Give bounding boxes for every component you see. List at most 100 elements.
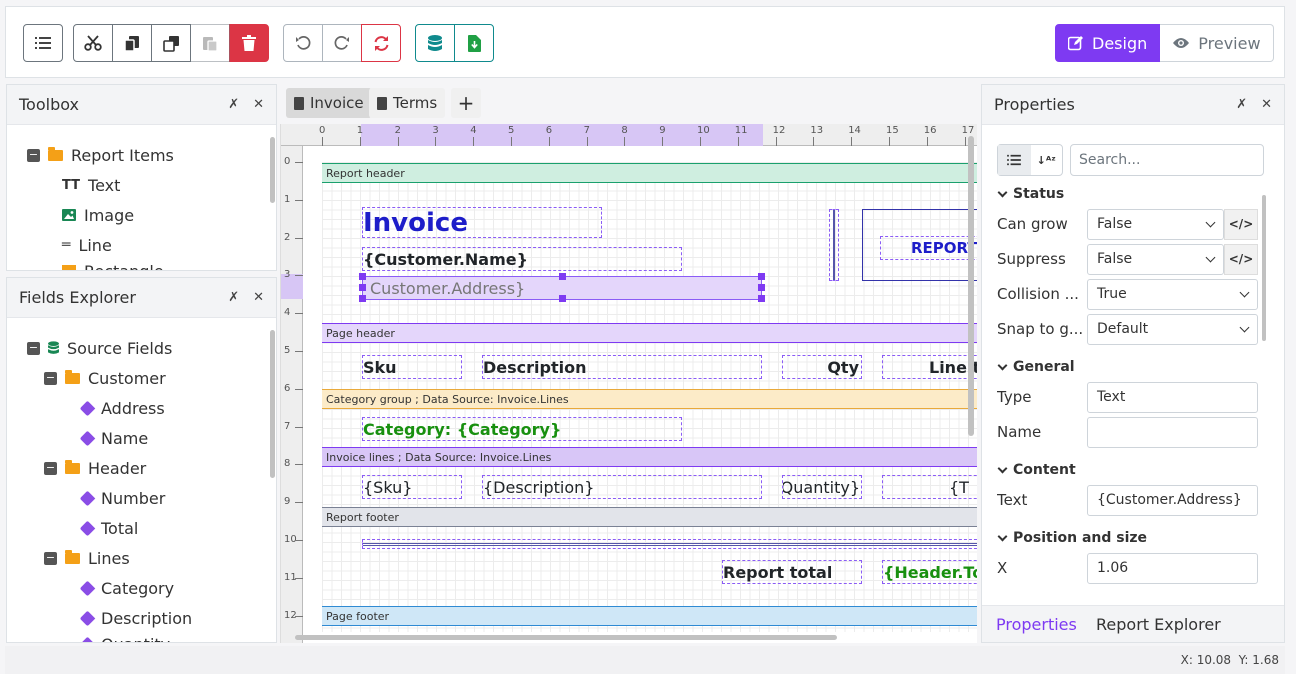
field-name[interactable]: Name	[79, 423, 148, 453]
section-general[interactable]: General	[997, 359, 1075, 375]
name-input[interactable]	[1087, 416, 1258, 448]
collapse-icon[interactable]: −	[27, 148, 40, 162]
section-content[interactable]: Content	[997, 462, 1076, 478]
text-input[interactable]: {Customer.Address}	[1087, 484, 1258, 516]
field-number[interactable]: Number	[79, 483, 165, 513]
report-canvas[interactable]: 0 1 2 3 4 5 6 7 8 9 10 11 12 13 14 15 16 17 0 1 2 3 4 5 6 7 8 9 10 1…	[280, 124, 977, 643]
canvas-horizontal-scrollbar[interactable]	[295, 635, 837, 640]
categorized-view-button[interactable]	[998, 145, 1031, 175]
tree-node-report-items[interactable]: − Report Items	[27, 140, 174, 170]
tab-terms[interactable]: Terms	[369, 88, 446, 118]
row-description-field[interactable]: {Description}	[482, 475, 762, 499]
resize-handle[interactable]	[359, 284, 366, 291]
unpin-icon[interactable]: ✗	[228, 290, 239, 305]
section-status[interactable]: Status	[997, 186, 1064, 202]
cut-button[interactable]	[73, 24, 113, 62]
resize-handle[interactable]	[758, 295, 765, 302]
resize-handle[interactable]	[559, 273, 566, 280]
row-quantity-field[interactable]: {Quantity}	[782, 475, 862, 499]
can-grow-select[interactable]: False	[1087, 208, 1224, 240]
col-header-qty[interactable]: Qty	[782, 355, 862, 379]
col-header-sku[interactable]: Sku	[362, 355, 462, 379]
band-category-group[interactable]: Category group ; Data Source: Invoice.Li…	[322, 389, 977, 409]
section-position-size[interactable]: Position and size	[997, 530, 1147, 546]
snap-select[interactable]: Default	[1087, 313, 1258, 345]
properties-scrollbar[interactable]	[1262, 195, 1266, 341]
refresh-button[interactable]	[361, 24, 401, 62]
invoice-title[interactable]: Invoice	[362, 207, 602, 238]
toolbox-item-image[interactable]: Image	[62, 200, 134, 230]
undo-button[interactable]	[283, 24, 323, 62]
tree-node-header[interactable]: − Header	[44, 453, 146, 483]
band-invoice-lines[interactable]: Invoice lines ; Data Source: Invoice.Lin…	[322, 447, 977, 467]
collapse-icon[interactable]: −	[27, 341, 40, 355]
collapse-icon[interactable]: −	[44, 371, 57, 385]
paste-button[interactable]	[190, 24, 230, 62]
row-sku-field[interactable]: {Sku}	[362, 475, 462, 499]
band-page-header[interactable]: Page header	[322, 323, 977, 343]
unpin-icon[interactable]: ✗	[1236, 97, 1247, 112]
delete-button[interactable]	[229, 24, 269, 62]
data-sources-button[interactable]	[415, 24, 455, 62]
toolbox-item-text[interactable]: TT Text	[62, 170, 120, 200]
header-total-field[interactable]: {Header.To	[882, 560, 977, 584]
resize-handle[interactable]	[359, 273, 366, 280]
redo-button[interactable]	[322, 24, 362, 62]
tab-properties[interactable]: Properties	[996, 615, 1077, 634]
field-address[interactable]: Address	[79, 393, 165, 423]
duplicate-button[interactable]	[151, 24, 191, 62]
tab-report-explorer[interactable]: Report Explorer	[1096, 615, 1221, 634]
customer-name-field[interactable]: {Customer.Name}	[362, 247, 682, 271]
canvas-vertical-scrollbar[interactable]	[968, 136, 974, 436]
field-quantity[interactable]: Quantity	[82, 629, 170, 642]
toolbox-item-line[interactable]: ═ Line	[62, 230, 112, 260]
close-icon[interactable]: ✕	[1261, 97, 1272, 112]
expression-button[interactable]: </>	[1224, 208, 1258, 240]
horizontal-line-element[interactable]	[362, 539, 977, 549]
unpin-icon[interactable]: ✗	[228, 97, 239, 112]
resize-handle[interactable]	[758, 273, 765, 280]
tab-invoice[interactable]: Invoice	[286, 88, 372, 118]
report-total-label[interactable]: Report total	[722, 560, 862, 584]
col-header-line-total[interactable]: Line t	[882, 355, 977, 379]
preview-mode-button[interactable]: Preview	[1160, 24, 1274, 62]
resize-handle[interactable]	[559, 295, 566, 302]
close-icon[interactable]: ✕	[253, 290, 264, 305]
col-header-description[interactable]: Description	[482, 355, 762, 379]
x-input[interactable]: 1.06	[1087, 552, 1258, 584]
band-report-footer[interactable]: Report footer	[322, 507, 977, 527]
prop-snap: Snap to g... Default	[997, 313, 1262, 345]
toolbox-scrollbar[interactable]	[270, 137, 275, 203]
report-page[interactable]: Report header Invoice {Customer.Name} Cu…	[322, 162, 977, 632]
resize-handle[interactable]	[758, 284, 765, 291]
add-tab-button[interactable]: +	[451, 88, 481, 118]
field-category[interactable]: Category	[79, 573, 174, 603]
resize-handle[interactable]	[359, 295, 366, 302]
export-button[interactable]	[454, 24, 494, 62]
collapse-icon[interactable]: −	[44, 551, 57, 565]
collision-select[interactable]: True	[1087, 278, 1258, 310]
tree-node-lines[interactable]: − Lines	[44, 543, 130, 573]
report-stamp-text[interactable]: REPORT	[880, 236, 977, 260]
copy-button[interactable]	[112, 24, 152, 62]
toolbox-item-rectangle[interactable]: Rectangle	[62, 256, 164, 270]
band-report-header[interactable]: Report header	[322, 163, 977, 183]
design-mode-button[interactable]: Design	[1055, 24, 1161, 62]
collapse-icon[interactable]: −	[44, 461, 57, 475]
expression-button[interactable]: </>	[1224, 243, 1258, 275]
property-search-input[interactable]: Search...	[1070, 144, 1264, 176]
tree-node-customer[interactable]: − Customer	[44, 363, 166, 393]
close-icon[interactable]: ✕	[253, 97, 264, 112]
band-page-footer[interactable]: Page footer	[322, 606, 977, 626]
tree-node-source-fields[interactable]: − Source Fields	[27, 333, 172, 363]
outline-button[interactable]	[23, 24, 63, 62]
vertical-line-element[interactable]	[829, 209, 839, 281]
fields-scrollbar[interactable]	[270, 330, 275, 478]
category-field[interactable]: Category: {Category}	[362, 417, 682, 441]
mode-switch: Design Preview	[1055, 24, 1274, 62]
row-line-total-field[interactable]: {T	[882, 475, 977, 499]
alphabetical-view-button[interactable]: ↓ᴬᶻ	[1031, 145, 1063, 175]
suppress-select[interactable]: False	[1087, 243, 1224, 275]
field-description[interactable]: Description	[79, 603, 192, 633]
field-total[interactable]: Total	[79, 513, 138, 543]
